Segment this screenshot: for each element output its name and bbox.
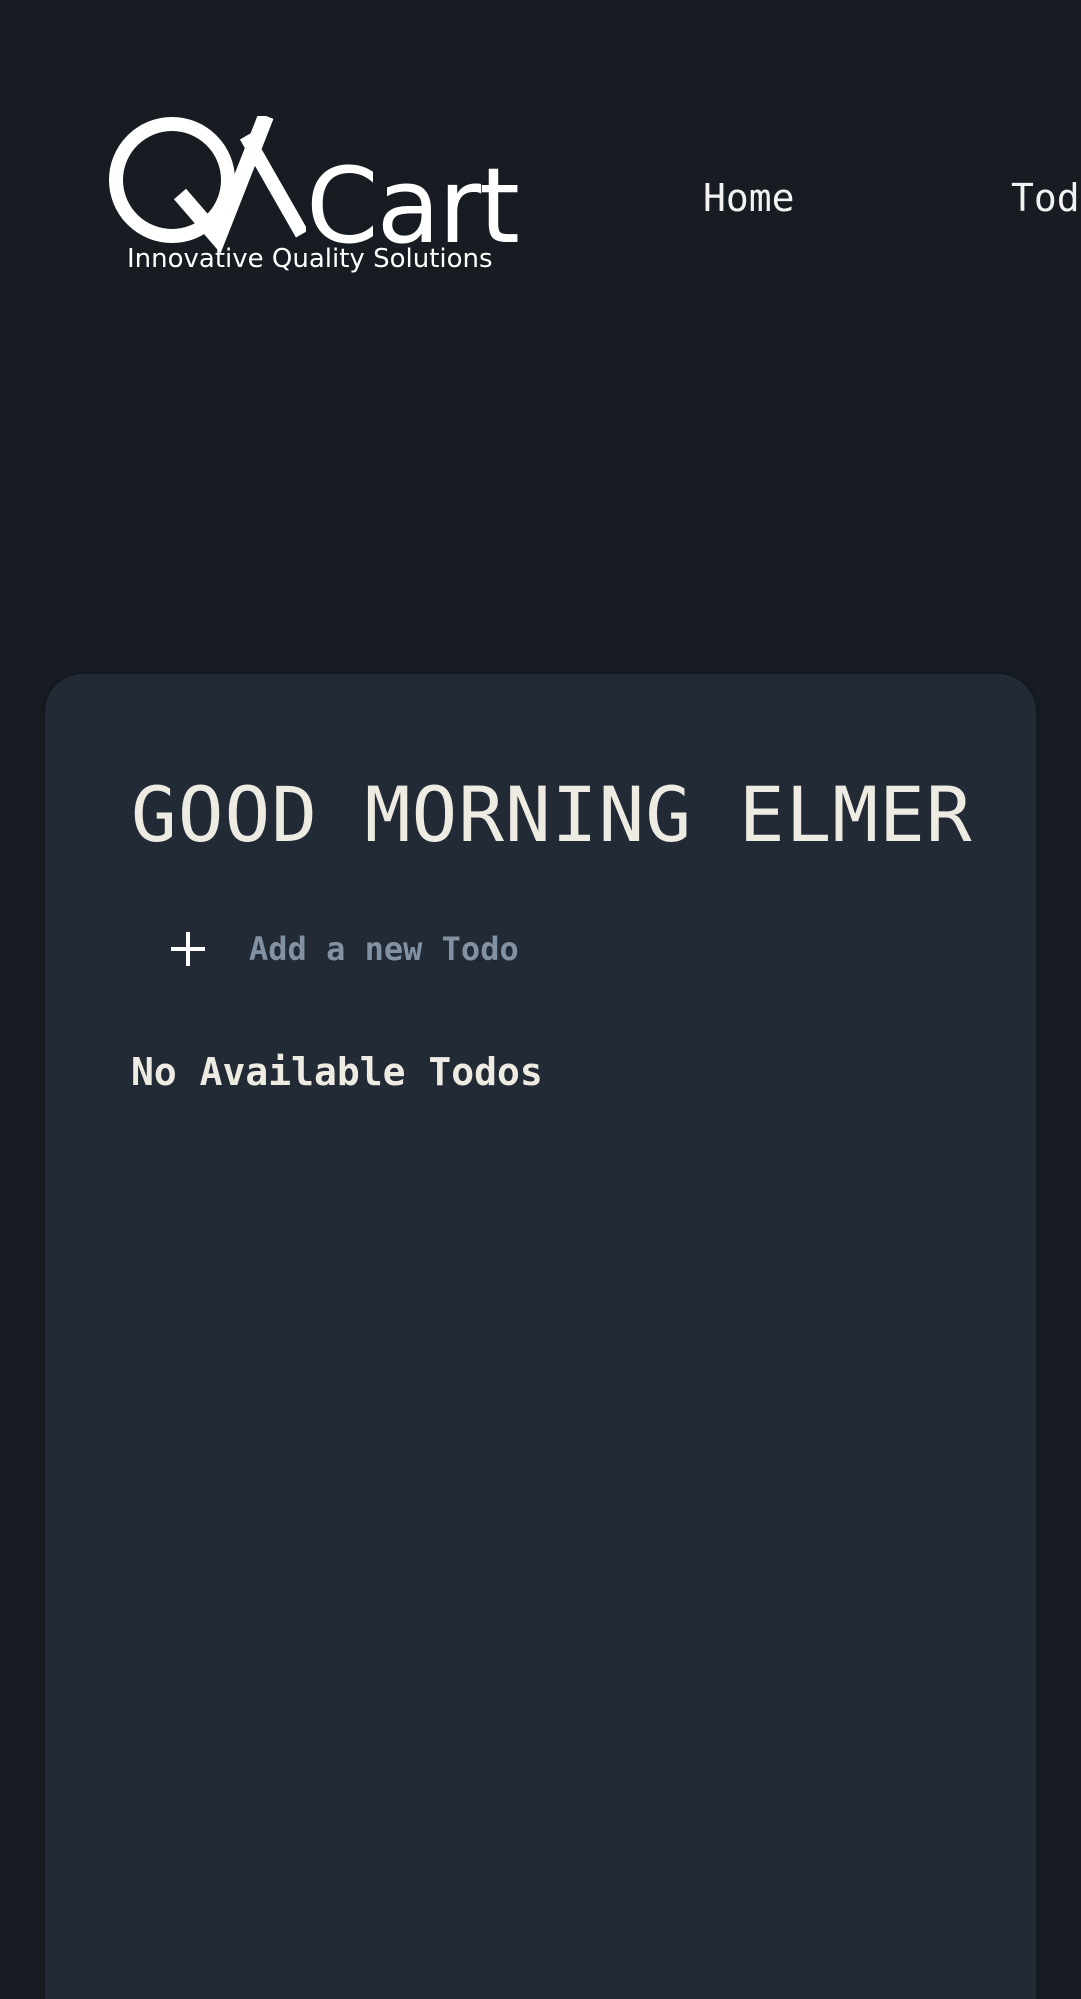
logo-mark-icon [109,116,306,254]
logo[interactable]: Cart Innovative Quality Solutions [106,116,526,286]
nav-link-todos[interactable]: Todos [1011,176,1081,220]
todo-card: GOOD MORNING ELMER No Available Todos [45,674,1036,1999]
add-todo-row[interactable] [171,924,871,974]
logo-wordmark: Cart [306,145,520,267]
nav-link-home[interactable]: Home [703,176,795,220]
empty-todos-message: No Available Todos [131,1050,543,1094]
logo-tagline: Innovative Quality Solutions [127,244,493,274]
add-todo-input[interactable] [249,930,809,968]
site-header: Cart Innovative Quality Solutions Home T… [0,0,1081,300]
greeting-title: GOOD MORNING ELMER [131,770,973,859]
plus-icon[interactable] [171,932,205,966]
